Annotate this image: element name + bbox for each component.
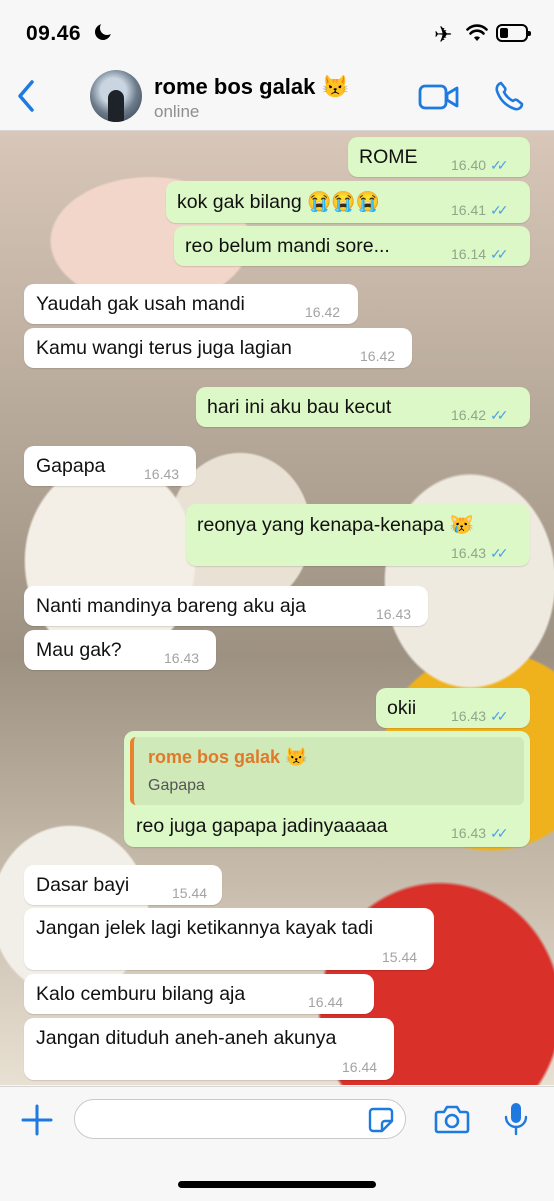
message-text: ROME [359, 146, 418, 168]
message-bubble[interactable]: hari ini aku bau kecut 16.42 ✓✓ [196, 387, 530, 427]
home-indicator [178, 1181, 376, 1188]
input-bar [0, 1086, 554, 1201]
quoted-message[interactable]: rome bos galak 😾 Gapapa [130, 737, 524, 805]
message-text: Dasar bayi [36, 874, 130, 896]
message-bubble[interactable]: Kamu wangi terus juga lagian 16.42 [24, 328, 412, 368]
double-check-icon: ✓✓ [490, 407, 509, 423]
message-text: Nanti mandinya bareng aku aja [36, 595, 306, 617]
message-input[interactable] [74, 1099, 406, 1139]
moon-icon [95, 21, 114, 40]
message-bubble[interactable]: Jangan jelek lagi ketikannya kayak tadi … [24, 908, 434, 970]
back-chevron-icon[interactable] [12, 76, 42, 116]
message-time: 16.43 [144, 466, 180, 482]
message-bubble[interactable]: okii 16.43 ✓✓ [376, 688, 530, 728]
message-time: 16.42 [305, 304, 341, 320]
message-bubble[interactable]: Kalo cemburu bilang aja 16.44 [24, 974, 374, 1014]
message-text: okii [387, 697, 417, 719]
contact-status: online [154, 102, 200, 121]
double-check-icon: ✓✓ [490, 545, 509, 561]
camera-icon[interactable] [434, 1103, 470, 1135]
message-bubble[interactable]: Dasar bayi 15.44 [24, 865, 222, 905]
message-text: kok gak bilang 😭😭😭 [177, 191, 380, 213]
message-time: 16.44 [342, 1059, 378, 1075]
message-bubble[interactable]: reonya yang kenapa-kenapa 😿 16.43 ✓✓ [186, 504, 530, 566]
message-text: reonya yang kenapa-kenapa 😿 [197, 514, 474, 536]
message-text: Kalo cemburu bilang aja [36, 983, 246, 1005]
message-text: Mau gak? [36, 639, 122, 661]
double-check-icon: ✓✓ [490, 708, 509, 724]
time-label: 16.43 [451, 708, 487, 724]
double-check-icon: ✓✓ [490, 246, 509, 262]
contact-avatar[interactable] [90, 70, 142, 122]
microphone-icon[interactable] [504, 1101, 528, 1137]
message-text: Gapapa [36, 455, 106, 477]
message-bubble[interactable]: Nanti mandinya bareng aku aja 16.43 [24, 586, 428, 626]
phone-icon[interactable] [494, 80, 524, 112]
message-bubble[interactable]: Jangan dituduh aneh-aneh akunya 16.44 [24, 1018, 394, 1080]
time-label: 16.42 [451, 407, 487, 423]
time-label: 16.43 [451, 825, 487, 841]
message-time: 16.43 ✓✓ [451, 708, 509, 725]
double-check-icon: ✓✓ [490, 157, 509, 173]
message-text: reo belum mandi sore... [185, 235, 390, 257]
quoted-sender: rome bos galak 😾 [148, 747, 308, 767]
message-time: 16.43 ✓✓ [451, 825, 509, 842]
message-time: 15.44 [172, 885, 208, 901]
message-time: 15.44 [382, 949, 418, 965]
time-label: 16.41 [451, 202, 487, 218]
battery-icon [496, 24, 531, 42]
time-label: 16.43 [451, 545, 487, 561]
video-call-icon[interactable] [418, 82, 460, 112]
message-time: 16.42 ✓✓ [451, 407, 509, 424]
message-time: 16.43 [164, 650, 200, 666]
plus-icon[interactable] [20, 1103, 54, 1137]
status-bar: 09.46 ✈ [0, 0, 554, 62]
time-label: 16.40 [451, 157, 487, 173]
wifi-icon [466, 24, 488, 41]
chat-area[interactable]: ROME 16.40 ✓✓ kok gak bilang 😭😭😭 16.41 ✓✓ … [0, 131, 554, 1085]
message-text: Kamu wangi terus juga lagian [36, 337, 292, 359]
sticker-icon[interactable] [368, 1107, 394, 1133]
quoted-text: Gapapa [148, 777, 205, 794]
contact-name[interactable]: rome bos galak 😾 [154, 74, 349, 100]
double-check-icon: ✓✓ [490, 202, 509, 218]
message-text: Jangan jelek lagi ketikannya kayak tadi [36, 917, 374, 939]
message-text: Yaudah gak usah mandi [36, 293, 245, 315]
message-time: 16.41 ✓✓ [451, 202, 509, 219]
airplane-icon: ✈ [434, 22, 453, 47]
message-time: 16.44 [308, 994, 344, 1010]
message-time: 16.42 [360, 348, 396, 364]
message-text: reo juga gapapa jadinyaaaaa [136, 815, 388, 837]
time-label: 16.14 [451, 246, 487, 262]
message-bubble[interactable]: ROME 16.40 ✓✓ [348, 137, 530, 177]
message-bubble[interactable]: kok gak bilang 😭😭😭 16.41 ✓✓ [166, 181, 530, 223]
message-text: hari ini aku bau kecut [207, 396, 392, 418]
reply-message-bubble[interactable]: rome bos galak 😾 Gapapa reo juga gapapa … [124, 731, 530, 847]
message-time: 16.14 ✓✓ [451, 246, 509, 263]
message-time: 16.43 [376, 606, 412, 622]
chat-header: rome bos galak 😾 online [0, 62, 554, 131]
message-text: Jangan dituduh aneh-aneh akunya [36, 1027, 337, 1049]
double-check-icon: ✓✓ [490, 825, 509, 841]
message-time: 16.40 ✓✓ [451, 157, 509, 174]
status-time: 09.46 [26, 22, 82, 45]
message-bubble[interactable]: Gapapa 16.43 [24, 446, 196, 486]
message-bubble[interactable]: Mau gak? 16.43 [24, 630, 216, 670]
message-time: 16.43 ✓✓ [451, 545, 509, 562]
message-bubble[interactable]: Yaudah gak usah mandi 16.42 [24, 284, 358, 324]
message-bubble[interactable]: reo belum mandi sore... 16.14 ✓✓ [174, 226, 530, 266]
